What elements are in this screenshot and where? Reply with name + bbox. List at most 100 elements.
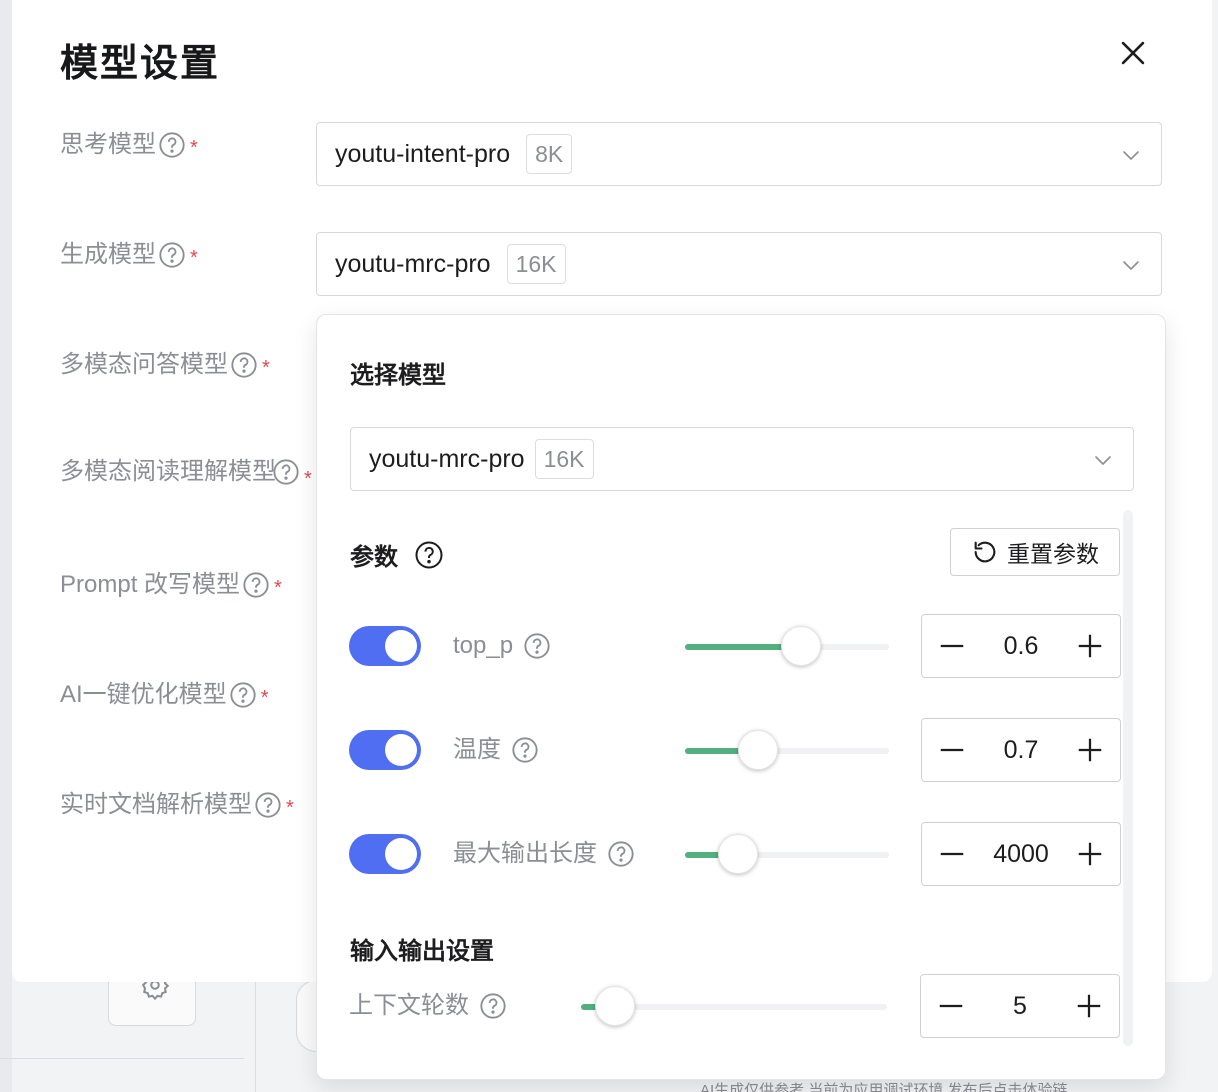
help-icon[interactable] — [511, 736, 539, 764]
context-rounds-stepper[interactable]: 5 — [920, 974, 1120, 1038]
reset-params-button[interactable]: 重置参数 — [950, 528, 1120, 576]
help-icon[interactable] — [158, 241, 186, 269]
help-icon[interactable] — [523, 632, 551, 660]
background-divider — [0, 1058, 244, 1059]
temperature-stepper[interactable]: 0.7 — [921, 718, 1121, 782]
top-p-stepper[interactable]: 0.6 — [921, 614, 1121, 678]
help-icon[interactable] — [229, 681, 257, 709]
decrement-button[interactable] — [922, 719, 982, 781]
context-length-tag: 16K — [506, 244, 566, 284]
popover-model-select[interactable]: youtu-mrc-pro 16K — [350, 427, 1134, 491]
close-icon[interactable] — [1116, 36, 1150, 70]
help-icon[interactable] — [607, 840, 635, 868]
decrement-button[interactable] — [921, 975, 981, 1037]
help-icon[interactable] — [272, 458, 300, 486]
generation-model-select[interactable]: youtu-mrc-pro 16K — [316, 232, 1162, 296]
increment-button[interactable] — [1060, 719, 1120, 781]
context-length-tag: 8K — [526, 134, 573, 174]
field-label-text: 生成模型 — [60, 241, 156, 268]
param-label-text: 温度 — [453, 736, 501, 763]
modal-title: 模型设置 — [60, 43, 221, 85]
temperature-toggle[interactable] — [349, 730, 421, 770]
max-output-length-stepper[interactable]: 4000 — [921, 822, 1121, 886]
increment-button[interactable] — [1060, 823, 1120, 885]
required-mark: * — [190, 137, 198, 159]
plus-icon — [1078, 634, 1102, 658]
reset-icon — [974, 541, 996, 563]
required-mark: * — [260, 687, 269, 709]
plus-icon — [1077, 994, 1101, 1018]
required-mark: * — [304, 468, 312, 490]
help-icon[interactable] — [414, 540, 444, 570]
field-label-text: 多模态问答模型 — [60, 351, 228, 378]
minus-icon — [939, 1004, 963, 1008]
param-label-text: 上下文轮数 — [349, 992, 469, 1019]
model-params-popover: 选择模型 youtu-mrc-pro 16K 参数 重置参数 top_p 0.6… — [316, 314, 1166, 1080]
thinking-model-select[interactable]: youtu-intent-pro 8K — [316, 122, 1162, 186]
increment-button[interactable] — [1060, 615, 1120, 677]
required-mark: * — [190, 247, 198, 269]
top-p-slider[interactable] — [685, 626, 889, 666]
field-label-realtime-doc-model: 实时文档解析模型 * — [60, 786, 294, 824]
help-icon[interactable] — [254, 791, 282, 819]
chevron-down-icon — [1095, 456, 1111, 465]
help-icon[interactable] — [230, 351, 258, 379]
temperature-slider[interactable] — [685, 730, 889, 770]
slider-knob[interactable] — [738, 730, 779, 770]
max-output-length-slider[interactable] — [685, 834, 889, 874]
param-label-temperature: 温度 — [453, 734, 539, 766]
scrollbar[interactable] — [1123, 510, 1133, 1046]
required-mark: * — [274, 577, 282, 599]
background-divider — [255, 982, 256, 1092]
reset-label: 重置参数 — [1007, 541, 1099, 567]
stepper-value[interactable]: 0.6 — [982, 632, 1060, 661]
slider-knob[interactable] — [781, 626, 822, 666]
required-mark: * — [286, 797, 294, 819]
params-section-title: 参数 — [350, 537, 444, 572]
field-label-prompt-rewrite-model: Prompt 改写模型 * — [60, 566, 282, 604]
stepper-value[interactable]: 4000 — [982, 840, 1060, 869]
decrement-button[interactable] — [922, 823, 982, 885]
field-label-text: 多模态阅读理解模型 — [60, 458, 276, 485]
required-mark: * — [262, 357, 270, 379]
stepper-value[interactable]: 5 — [981, 992, 1059, 1021]
context-rounds-slider[interactable] — [581, 986, 887, 1026]
slider-knob[interactable] — [718, 834, 759, 874]
max-output-length-toggle[interactable] — [349, 834, 421, 874]
help-icon[interactable] — [479, 992, 507, 1020]
field-label-multimodal-qa-model: 多模态问答模型 * — [60, 346, 270, 384]
help-icon[interactable] — [242, 571, 270, 599]
selected-model-name: youtu-mrc-pro — [369, 444, 525, 473]
params-title-text: 参数 — [350, 544, 398, 571]
popover-title: 选择模型 — [350, 362, 446, 389]
selected-model-name: youtu-mrc-pro — [335, 249, 491, 278]
selected-model-name: youtu-intent-pro — [335, 139, 511, 168]
context-length-tag: 16K — [534, 439, 594, 479]
field-label-text: Prompt 改写模型 — [60, 571, 241, 598]
field-label-text: 思考模型 — [60, 131, 156, 158]
param-label-context-rounds: 上下文轮数 — [349, 990, 507, 1022]
param-label-text: 最大输出长度 — [453, 840, 597, 867]
field-label-text: AI一键优化模型 — [60, 681, 227, 708]
minus-icon — [940, 644, 964, 648]
plus-icon — [1078, 738, 1102, 762]
top-p-toggle[interactable] — [349, 626, 421, 666]
background-area — [0, 0, 12, 1092]
plus-icon — [1078, 842, 1102, 866]
help-icon[interactable] — [158, 131, 186, 159]
field-label-generation-model: 生成模型 * — [60, 236, 198, 274]
decrement-button[interactable] — [922, 615, 982, 677]
increment-button[interactable] — [1059, 975, 1119, 1037]
chevron-down-icon — [1123, 261, 1139, 270]
field-label-thinking-model: 思考模型 * — [60, 126, 198, 164]
param-label-text: top_p — [453, 632, 514, 659]
chevron-down-icon — [1123, 151, 1139, 160]
param-label-max-output-length: 最大输出长度 — [453, 838, 635, 870]
minus-icon — [940, 748, 964, 752]
stepper-value[interactable]: 0.7 — [982, 736, 1060, 765]
field-label-text: 实时文档解析模型 — [60, 791, 252, 818]
minus-icon — [940, 852, 964, 856]
slider-knob[interactable] — [594, 986, 635, 1026]
io-settings-title: 输入输出设置 — [350, 938, 494, 965]
param-label-top-p: top_p — [453, 630, 551, 662]
